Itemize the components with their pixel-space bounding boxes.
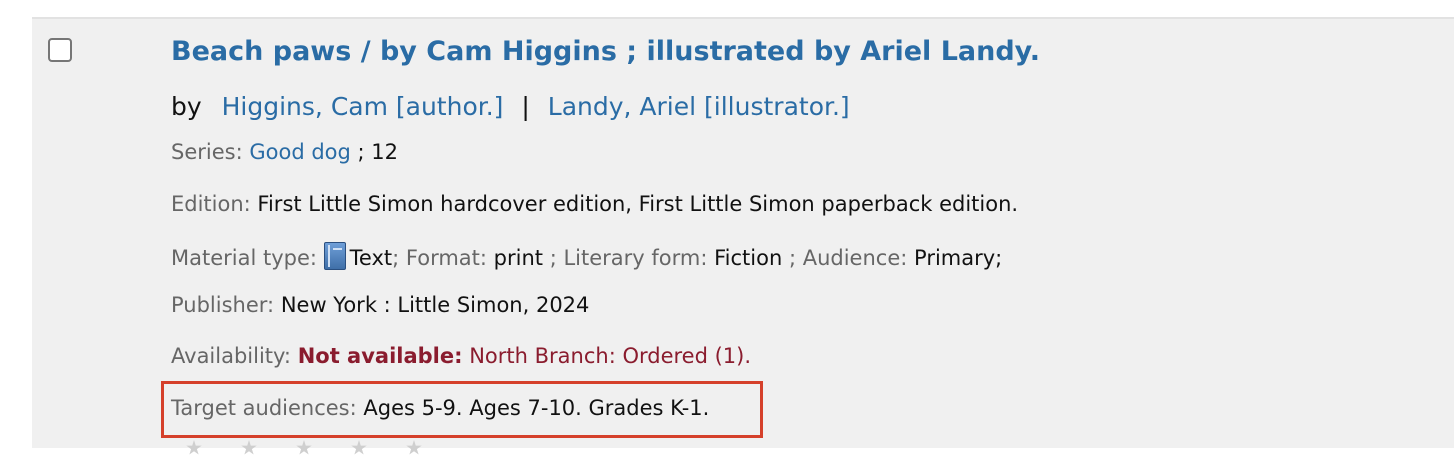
material-type-value: Text: [349, 246, 393, 270]
book-icon: [323, 242, 346, 270]
star-icon[interactable]: [241, 440, 257, 455]
series-line: Series: Good dog ; 12: [171, 140, 398, 164]
record-title-link[interactable]: Beach paws / by Cam Higgins ; illustrate…: [171, 36, 1040, 67]
series-number: ; 12: [357, 140, 398, 164]
star-icon[interactable]: [296, 440, 312, 455]
star-icon[interactable]: [186, 440, 202, 455]
availability-line: Availability: Not available: North Branc…: [171, 344, 751, 368]
availability-label: Availability:: [171, 344, 292, 368]
audience-value: Primary;: [914, 246, 1003, 270]
edition-line: Edition: First Little Simon hardcover ed…: [171, 192, 1018, 216]
series-label: Series:: [171, 140, 243, 164]
series-link[interactable]: Good dog: [249, 140, 350, 164]
audience-label: ; Audience:: [788, 246, 908, 270]
publisher-label: Publisher:: [171, 293, 275, 317]
star-icon[interactable]: [351, 440, 367, 455]
material-type-line: Material type: Text; Format: print ; Lit…: [171, 242, 1002, 270]
edition-value: First Little Simon hardcover edition, Fi…: [257, 192, 1019, 216]
select-result-checkbox[interactable]: [48, 38, 72, 62]
by-label: by: [171, 92, 202, 121]
material-type-label: Material type:: [171, 246, 317, 270]
format-value: print: [493, 246, 544, 270]
author-separator: |: [521, 92, 530, 121]
publisher-value: New York : Little Simon, 2024: [280, 293, 590, 317]
edition-label: Edition:: [171, 192, 251, 216]
literary-form-value: Fiction: [714, 246, 783, 270]
author-link-higgins[interactable]: Higgins, Cam [author.]: [222, 92, 504, 121]
publisher-line: Publisher: New York : Little Simon, 2024: [171, 293, 589, 317]
format-label: ; Format:: [392, 246, 487, 270]
availability-detail: North Branch: Ordered (1).: [469, 344, 752, 368]
author-link-landy[interactable]: Landy, Ariel [illustrator.]: [548, 92, 850, 121]
availability-status: Not available:: [297, 344, 463, 368]
target-audiences-highlight: [161, 381, 763, 438]
literary-form-label: ; Literary form:: [549, 246, 708, 270]
star-icon[interactable]: [406, 440, 422, 455]
rating-stars[interactable]: [186, 440, 461, 455]
author-line: by Higgins, Cam [author.] | Landy, Ariel…: [171, 92, 850, 121]
